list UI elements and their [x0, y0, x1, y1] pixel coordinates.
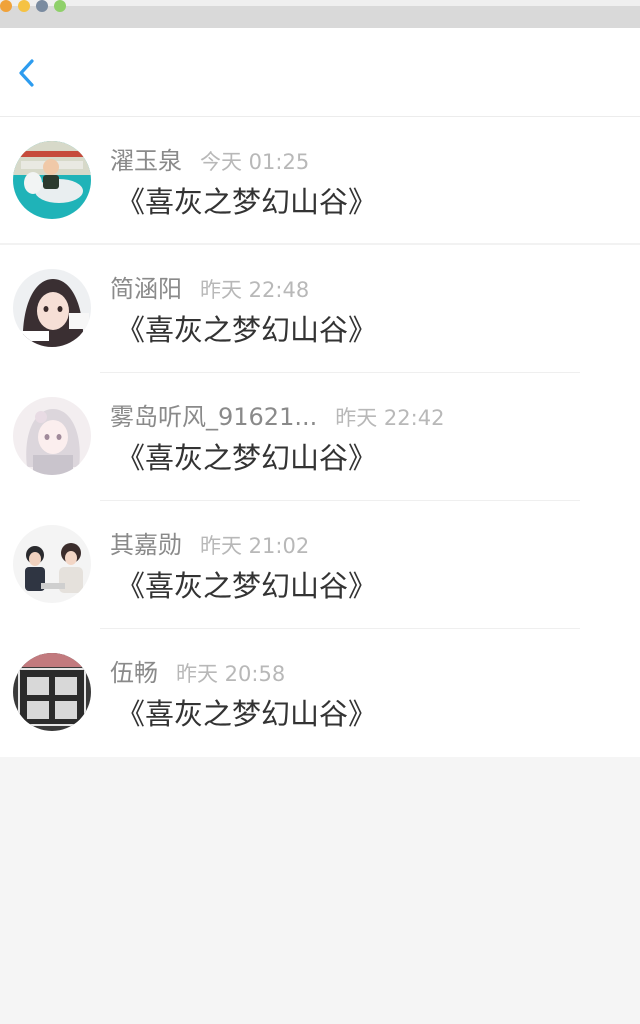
book-title[interactable]: 《喜灰之梦幻山谷》 [116, 691, 377, 733]
status-strip [0, 0, 640, 28]
book-title[interactable]: 《喜灰之梦幻山谷》 [116, 435, 377, 477]
read-time: 昨天 22:42 [335, 406, 445, 430]
back-button[interactable] [10, 56, 44, 90]
read-time: 昨天 22:48 [200, 278, 310, 302]
chevron-left-icon [19, 59, 34, 87]
reader-name-line: 雾岛听风_91621... 昨天 22:42 [110, 397, 444, 432]
reader-name: 伍畅 [110, 659, 158, 687]
avatar-couple-photo [13, 525, 91, 603]
reader-name-line: 伍畅 昨天 20:58 [110, 653, 285, 688]
top-bar [0, 28, 640, 117]
list-item[interactable]: 濯玉泉 今天 01:25 《喜灰之梦幻山谷》 [0, 117, 640, 245]
avatar-anime-girl [13, 397, 91, 475]
reader-name: 简涵阳 [110, 275, 182, 303]
list-item[interactable]: 伍畅 昨天 20:58 《喜灰之梦幻山谷》 [0, 629, 640, 757]
avatar[interactable] [13, 141, 91, 219]
list-item[interactable]: 其嘉勋 昨天 21:02 《喜灰之梦幻山谷》 [0, 501, 640, 629]
book-title[interactable]: 《喜灰之梦幻山谷》 [116, 307, 377, 349]
reader-name-line: 濯玉泉 今天 01:25 [110, 141, 309, 176]
book-title[interactable]: 《喜灰之梦幻山谷》 [116, 179, 377, 221]
reader-name-line: 其嘉勋 昨天 21:02 [110, 525, 309, 560]
status-dot-icon [36, 0, 48, 12]
avatar[interactable] [13, 397, 91, 475]
reader-name: 其嘉勋 [110, 531, 182, 559]
read-time: 今天 01:25 [200, 150, 310, 174]
status-icons [0, 0, 66, 12]
avatar-calligraphy [13, 653, 91, 731]
avatar[interactable] [13, 269, 91, 347]
read-time: 昨天 21:02 [200, 534, 310, 558]
avatar-girl-photo [13, 269, 91, 347]
list-item[interactable]: 简涵阳 昨天 22:48 《喜灰之梦幻山谷》 [0, 245, 640, 373]
list-item[interactable]: 雾岛听风_91621... 昨天 22:42 《喜灰之梦幻山谷》 [0, 373, 640, 501]
read-time: 昨天 20:58 [176, 662, 286, 686]
status-dot-icon [18, 0, 30, 12]
status-dot-icon [54, 0, 66, 12]
avatar[interactable] [13, 525, 91, 603]
reader-name: 濯玉泉 [110, 147, 182, 175]
status-dot-icon [0, 0, 12, 12]
reader-name: 雾岛听风_91621... [110, 403, 318, 431]
reader-list: 濯玉泉 今天 01:25 《喜灰之梦幻山谷》 简涵阳 昨天 22:48 《喜灰之梦幻… [0, 117, 640, 757]
avatar-child-photo [13, 141, 91, 219]
reader-name-line: 简涵阳 昨天 22:48 [110, 269, 309, 304]
avatar[interactable] [13, 653, 91, 731]
book-title[interactable]: 《喜灰之梦幻山谷》 [116, 563, 377, 605]
